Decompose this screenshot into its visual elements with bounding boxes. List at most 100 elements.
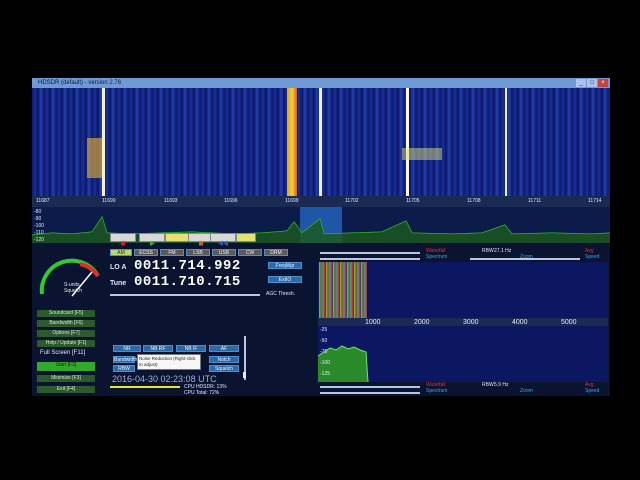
- af-level: -25: [320, 327, 328, 333]
- af-zoom-label: Zoom: [520, 388, 533, 394]
- agc-label: AGC Thresh.: [266, 291, 296, 297]
- agc-slider[interactable]: [110, 294, 260, 296]
- level-label: -80: [34, 209, 42, 215]
- af-waterfall-signal: [319, 262, 367, 318]
- window-controls: _ □ ×: [576, 79, 608, 87]
- notch-button[interactable]: Notch: [209, 356, 239, 363]
- freq-tick: 11705: [406, 198, 420, 204]
- rbw-small-button[interactable]: RBW: [113, 365, 135, 372]
- signal-trace: [287, 88, 297, 196]
- mode-lsb-button[interactable]: LSB: [186, 249, 210, 256]
- level-label: -100: [34, 223, 45, 229]
- cpu-total: CPU Total: 72%: [184, 390, 220, 396]
- record-button[interactable]: [110, 233, 136, 246]
- mode-fm-button[interactable]: FM: [160, 249, 184, 256]
- af-waterfall-slider[interactable]: [320, 386, 420, 388]
- lo-frequency[interactable]: 0011.714.992: [134, 258, 241, 274]
- bandwidth-small-button[interactable]: Bandwidth: [113, 356, 137, 363]
- loop-button[interactable]: [236, 233, 256, 242]
- af-level: -75: [320, 349, 328, 355]
- smeter-text: S-units Squelch: [64, 282, 83, 294]
- rf-rbw-label: RBW: [482, 248, 494, 254]
- screen: { "window": { "title": "HDSDR (default) …: [0, 0, 640, 480]
- level-label: -120: [34, 237, 45, 243]
- af-level: -125: [320, 371, 331, 377]
- start-button[interactable]: Start [F2]: [37, 362, 95, 371]
- play-button[interactable]: [139, 233, 165, 246]
- signal-trace: [102, 88, 105, 196]
- af-tick: 3000: [463, 319, 479, 326]
- af-tick: 1000: [365, 319, 381, 326]
- tune-frequency[interactable]: 0011.710.715: [134, 274, 241, 290]
- minimize-button[interactable]: Minimize [F3]: [37, 375, 95, 382]
- signal-trace: [319, 88, 322, 196]
- mode-cw-button[interactable]: CW: [238, 249, 262, 256]
- af-speed-label: Speed: [585, 388, 600, 394]
- af-spectrum-plot: [317, 345, 369, 383]
- af-spectrum-slider[interactable]: [320, 392, 420, 394]
- full-screen-label[interactable]: Full Screen [F11]: [40, 350, 85, 356]
- minimize-window-icon[interactable]: _: [576, 79, 586, 87]
- bandwidth-button[interactable]: Bandwidth [F6]: [37, 320, 95, 327]
- rf-speed-label: Speed: [585, 254, 600, 260]
- freqmgr-button[interactable]: FreqMgr: [268, 262, 302, 269]
- nr-button[interactable]: NR: [113, 345, 141, 352]
- nb-rf-button[interactable]: NB RF: [143, 345, 173, 352]
- maximize-window-icon[interactable]: □: [587, 79, 597, 87]
- rf-spectrum-label: Spectrum: [426, 254, 448, 260]
- lo-label: LO A: [110, 264, 127, 271]
- af-spectrum[interactable]: -25 -50 -75 -100 -125: [317, 326, 608, 383]
- help-update-button[interactable]: Help / Update [F1]: [37, 340, 95, 347]
- window-title: HDSDR (default) - version 2.76: [32, 78, 610, 88]
- rf-rbw-value[interactable]: 27.1 Hz: [494, 248, 511, 254]
- rf-waterfall-slider[interactable]: [320, 252, 420, 254]
- level-label: -110: [34, 230, 44, 236]
- record-icon: [120, 241, 126, 246]
- af-button[interactable]: AF: [209, 345, 239, 352]
- af-rbw-value[interactable]: 5.9 Hz: [494, 382, 508, 388]
- tune-label: Tune: [110, 280, 127, 287]
- datetime: 2016-04-30 02:23:08 UTC: [112, 374, 217, 384]
- mode-drm-button[interactable]: DRM: [264, 249, 288, 256]
- freq-tick: 11699: [285, 198, 299, 204]
- af-rbw-label: RBW: [482, 382, 494, 388]
- af-tick: 5000: [561, 319, 577, 326]
- freq-tick: 11687: [36, 198, 50, 204]
- mode-am-button[interactable]: AM: [110, 249, 132, 256]
- cpu-bar: [110, 386, 180, 388]
- af-tick: 4000: [512, 319, 528, 326]
- af-level: -50: [320, 338, 328, 344]
- freq-tick: 11714: [588, 198, 602, 204]
- rf-zoom-slider[interactable]: [470, 258, 580, 260]
- tooltip: Noise Reduction (Right-click to adjust): [137, 354, 201, 370]
- nb-if-button[interactable]: NB IF: [176, 345, 206, 352]
- extio-button[interactable]: ExtIO: [268, 276, 302, 283]
- mode-ecss-button[interactable]: ECSS: [134, 249, 158, 256]
- rewind-button[interactable]: [210, 233, 236, 246]
- freq-tick: 11693: [164, 198, 178, 204]
- af-scale: 1000 2000 3000 4000 5000: [318, 318, 608, 326]
- af-tick: 2000: [414, 319, 430, 326]
- mode-usb-button[interactable]: USB: [212, 249, 236, 256]
- soundcard-button[interactable]: Soundcard [F5]: [37, 310, 95, 317]
- rf-spectrum-slider[interactable]: [320, 258, 420, 260]
- freq-tick: 11696: [224, 198, 238, 204]
- freq-tick: 11702: [345, 198, 359, 204]
- signal-trace: [505, 88, 507, 196]
- options-button[interactable]: Options [F7]: [37, 330, 95, 337]
- frequency-scale: 11687 11690 11693 11696 11699 11702 1170…: [32, 196, 610, 207]
- s-meter-overload: [79, 262, 100, 278]
- af-spectrum-label: Spectrum: [426, 388, 448, 394]
- freq-tick: 11708: [467, 198, 481, 204]
- squelch-button[interactable]: Squelch: [209, 365, 239, 372]
- s-meter: [39, 258, 100, 297]
- freq-tick: 11711: [528, 198, 542, 204]
- af-level: -100: [320, 360, 331, 366]
- rewind-icon: [218, 241, 228, 246]
- exit-button[interactable]: Exit [F4]: [37, 386, 95, 393]
- signal-trace: [402, 148, 442, 160]
- freq-tick: 11690: [102, 198, 116, 204]
- volume-knob[interactable]: [243, 372, 246, 378]
- level-label: -90: [34, 216, 42, 222]
- close-window-icon[interactable]: ×: [598, 79, 608, 87]
